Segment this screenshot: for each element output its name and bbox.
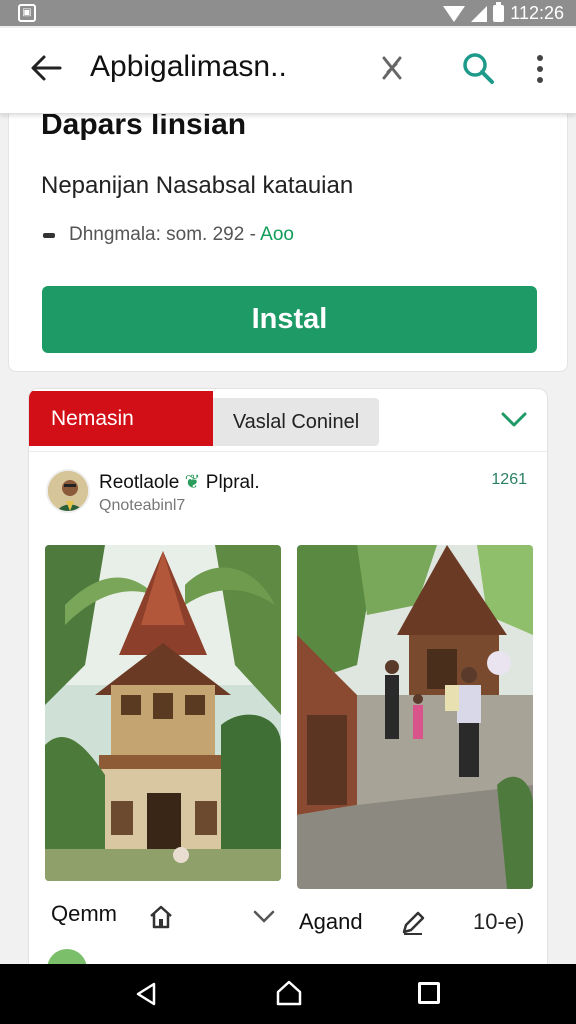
tab-secondary[interactable]: Vaslal Coninel	[213, 398, 379, 446]
install-button[interactable]: Instal	[42, 286, 537, 353]
tab-active[interactable]: Nemasin	[29, 391, 213, 446]
status-time: 112:26	[510, 3, 564, 23]
search-icon[interactable]	[460, 50, 496, 86]
back-arrow-icon[interactable]	[28, 50, 64, 86]
avatar[interactable]	[46, 469, 90, 513]
home-icon[interactable]	[147, 903, 175, 931]
nav-home-icon[interactable]	[274, 978, 304, 1008]
author-name[interactable]: Reotlaole ❦ Plpral.	[99, 471, 260, 494]
close-icon[interactable]	[376, 52, 408, 84]
post-time: 1261	[491, 471, 527, 488]
more-vert-icon[interactable]	[528, 52, 552, 86]
action-count: 10-e)	[473, 909, 525, 934]
app-info-card: Dapars linsian Nepanijan Nasabsal kataui…	[8, 108, 568, 372]
chevron-down-icon[interactable]	[499, 407, 529, 431]
app-toolbar: Apbigalimasn..	[0, 28, 576, 114]
nav-back-icon[interactable]	[132, 980, 160, 1008]
app-meta-accent: Aoo	[260, 224, 294, 245]
app-developer: Nepanijan Nasabsal katauian	[41, 172, 354, 199]
app-meta-text: Dhngmala: som. 292 -	[69, 224, 256, 245]
nav-recents-icon[interactable]	[418, 982, 440, 1004]
status-icons: 112:26	[443, 2, 564, 24]
app-meta: Dhngmala: som. 292 - Aoo	[43, 224, 294, 246]
bullet-icon	[43, 232, 55, 238]
battery-icon	[493, 2, 505, 22]
action-label-2[interactable]: Agand	[299, 909, 363, 935]
action-label-1[interactable]: Qemm	[51, 901, 117, 927]
system-nav-bar	[0, 964, 576, 1024]
edit-icon[interactable]	[399, 909, 427, 937]
leaf-icon: ❦	[184, 472, 201, 493]
signal-icon	[471, 5, 488, 22]
divider	[29, 451, 547, 452]
notification-icon: ▣	[18, 4, 36, 22]
post-card: Nemasin Vaslal Coninel Reotlaole ❦ Plpra…	[28, 388, 548, 988]
status-bar: ▣ 112:26	[0, 0, 576, 26]
courtyard-people-photo[interactable]	[297, 545, 533, 889]
post-actions: Qemm Agand 10-e)	[29, 897, 547, 937]
toolbar-title: Apbigalimasn..	[90, 50, 287, 83]
wifi-icon	[443, 5, 466, 22]
chevron-down-icon[interactable]	[251, 905, 277, 927]
author-handle: Qnoteabinl7	[99, 497, 186, 514]
traditional-house-photo[interactable]	[45, 545, 281, 881]
